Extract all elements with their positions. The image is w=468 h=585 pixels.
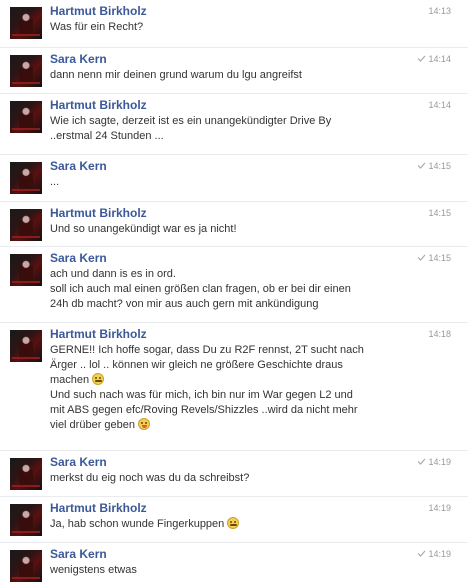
grin-emoji-icon [227,517,240,529]
seen-check-icon [417,550,426,557]
grin-emoji-icon [92,373,105,385]
seen-check-icon [417,55,426,62]
message-item: Hartmut Birkholz 14:14 Wie ich sagte, de… [0,93,468,154]
sender-name[interactable]: Hartmut Birkholz [50,98,147,112]
timestamp: 14:15 [428,161,451,171]
timestamp: 14:18 [428,329,451,339]
timestamp: 14:19 [428,457,451,467]
message-item: Sara Kern 14:14 dann nenn mir deinen gru… [0,47,468,93]
message-text: wenigstens etwas [50,564,137,576]
message-item: Sara Kern 14:15 ... [0,154,468,201]
message-text: Und so unangekündigt war es ja nicht! [50,223,237,235]
message-text: merkst du eig noch was du da schreibst? [50,472,250,484]
timestamp: 14:14 [428,100,451,110]
message-item: Sara Kern 14:19 merkst du eig noch was d… [0,450,468,496]
sender-name[interactable]: Sara Kern [50,159,107,173]
sender-name[interactable]: Sara Kern [50,251,107,265]
message-item: Sara Kern 14:15 ach und dann is es in or… [0,246,468,322]
message-text: Wie ich sagte, derzeit ist es ein unange… [50,115,332,142]
sender-name[interactable]: Hartmut Birkholz [50,206,147,220]
message-item: Hartmut Birkholz 14:18 GERNE!! Ich hoffe… [0,322,468,450]
avatar[interactable] [10,7,42,39]
tongue-emoji-icon [138,418,151,430]
message-thread: Hartmut Birkholz 14:13 Was für ein Recht… [0,0,468,585]
avatar[interactable] [10,101,42,133]
avatar[interactable] [10,330,42,362]
sender-name[interactable]: Sara Kern [50,455,107,469]
seen-check-icon [417,254,426,261]
timestamp: 14:19 [428,549,451,559]
avatar[interactable] [10,550,42,582]
message-item: Hartmut Birkholz 14:13 Was für ein Recht… [0,0,468,47]
message-text: ... [50,176,60,188]
timestamp: 14:15 [428,208,451,218]
sender-name[interactable]: Sara Kern [50,52,107,66]
sender-name[interactable]: Hartmut Birkholz [50,327,147,341]
message-item: Hartmut Birkholz 14:19 Ja, hab schon wun… [0,496,468,542]
message-text: GERNE!! Ich hoffe sogar, dass Du zu R2F … [50,344,364,431]
message-item: Hartmut Birkholz 14:15 Und so unangekünd… [0,201,468,246]
message-item: Sara Kern 14:19 wenigstens etwas [0,542,468,585]
sender-name[interactable]: Hartmut Birkholz [50,4,147,18]
avatar[interactable] [10,162,42,194]
avatar[interactable] [10,55,42,87]
timestamp: 14:14 [428,54,451,64]
seen-check-icon [417,162,426,169]
message-text: Was für ein Recht? [50,21,144,33]
seen-check-icon [417,458,426,465]
sender-name[interactable]: Hartmut Birkholz [50,501,147,515]
timestamp: 14:13 [428,6,451,16]
timestamp: 14:15 [428,253,451,263]
avatar[interactable] [10,254,42,286]
message-text: dann nenn mir deinen grund warum du lgu … [50,69,302,81]
message-text: Ja, hab schon wunde Fingerkuppen [50,517,456,532]
timestamp: 14:19 [428,503,451,513]
sender-name[interactable]: Sara Kern [50,547,107,561]
message-text: ach und dann is es in ord. soll ich auch … [50,268,351,310]
avatar[interactable] [10,504,42,536]
avatar[interactable] [10,209,42,241]
avatar[interactable] [10,458,42,490]
